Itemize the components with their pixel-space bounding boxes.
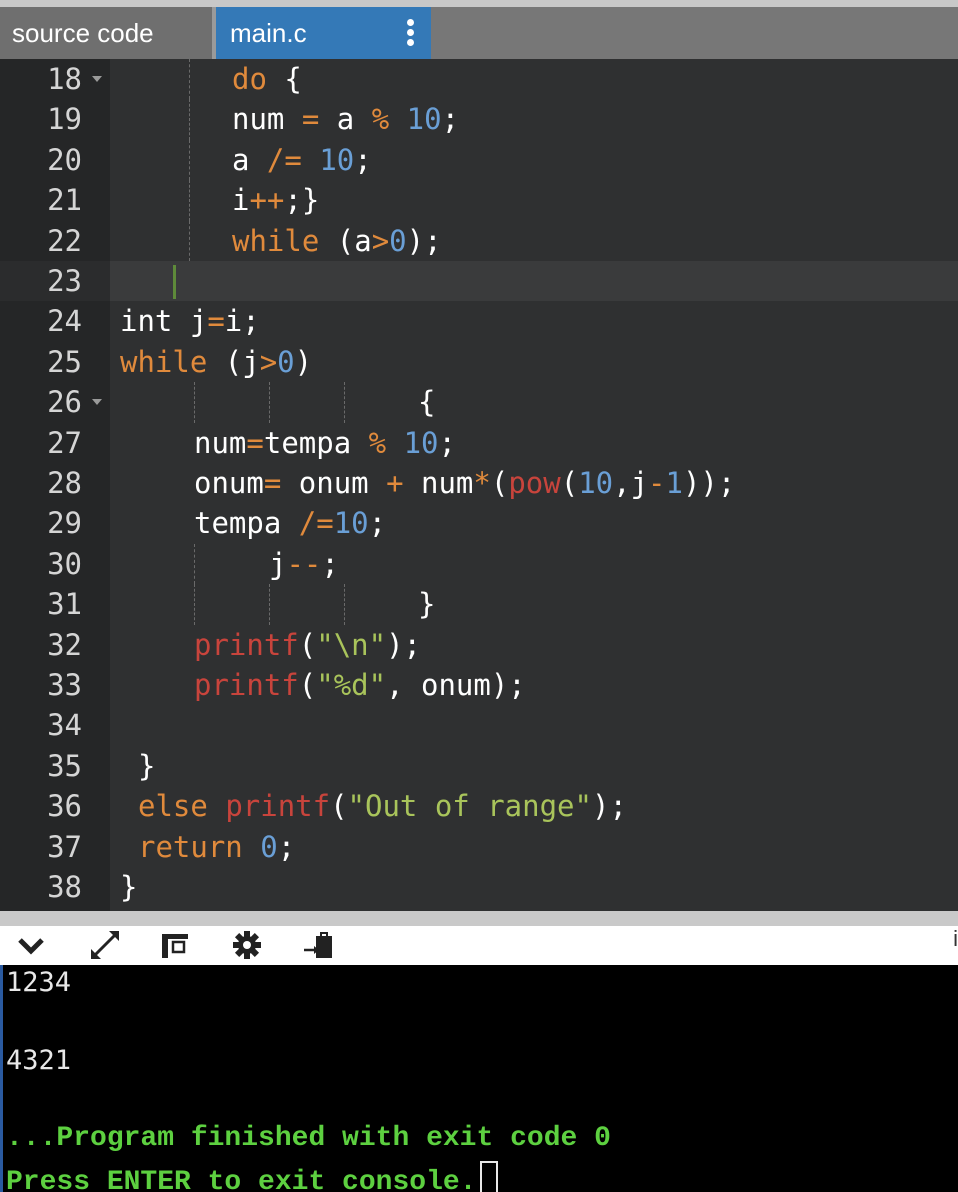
code-line-36[interactable]: 36 else printf("Out of range"); (0, 786, 958, 826)
code-text: } (138, 748, 156, 783)
code-line-38[interactable]: 38 } (0, 867, 958, 907)
code-text: printf("%d", onum); (194, 668, 526, 702)
line-number: 29 (47, 506, 82, 541)
indent-guide (344, 584, 345, 625)
code-text: } (120, 870, 138, 904)
indent-guide (194, 584, 195, 625)
panel-splitter[interactable] (0, 911, 958, 926)
kebab-menu-icon[interactable] (405, 19, 415, 47)
code-line-23[interactable]: 23 (0, 261, 958, 302)
line-number: 30 (47, 546, 82, 581)
indent-guide (189, 220, 190, 261)
indent-guide (344, 382, 345, 423)
code-line-34[interactable]: 34 (0, 705, 958, 745)
code-line-27[interactable]: 27 num=tempa % 10; (0, 423, 958, 463)
code-editor[interactable]: 18 do { 19 num = a % 10; 20 a /= 10; 21 … (0, 59, 958, 911)
line-number: 32 (47, 627, 82, 662)
layout-icon[interactable] (158, 930, 192, 960)
indent-guide (194, 382, 195, 423)
line-number: 28 (47, 466, 82, 500)
tab-bar: source code main.c (0, 7, 958, 59)
console-finished-message: ...Program finished with exit code 0 (6, 1123, 611, 1154)
line-number: 20 (47, 142, 82, 177)
code-line-22[interactable]: 22 while (a>0); (0, 220, 958, 261)
code-text: tempa /=10; (194, 506, 387, 541)
code-text: i++;} (232, 183, 320, 218)
console-cursor (480, 1161, 499, 1192)
line-number: 36 (47, 789, 82, 824)
code-line-18[interactable]: 18 do { (0, 59, 958, 100)
indent-guide (189, 139, 190, 181)
console-output[interactable]: 1234 4321 ...Program finished with exit … (0, 965, 958, 1192)
indent-guide (189, 99, 190, 140)
code-line-24[interactable]: 24 int j=i; (0, 301, 958, 341)
code-text: num=tempa % 10; (194, 425, 456, 460)
code-line-33[interactable]: 33 printf("%d", onum); (0, 665, 958, 705)
press-enter-text: Press ENTER to exit console. (6, 1167, 477, 1192)
line-number: 31 (47, 587, 82, 622)
code-text: else printf("Out of range"); (138, 789, 627, 824)
line-number: 27 (47, 425, 82, 460)
code-line-29[interactable]: 29 tempa /=10; (0, 503, 958, 543)
code-text: return 0; (138, 829, 296, 864)
code-line-35[interactable]: 35 } (0, 746, 958, 786)
code-text: while (j>0) (120, 344, 313, 379)
line-number: 38 (47, 870, 82, 904)
code-text: do { (232, 62, 302, 96)
top-strip (0, 0, 958, 7)
code-text: a /= 10; (232, 142, 372, 177)
text-cursor (173, 265, 176, 299)
code-line-26[interactable]: 26 { (0, 382, 958, 423)
code-line-32[interactable]: 32 printf("\n"); (0, 625, 958, 665)
code-line-21[interactable]: 21 i++;} (0, 180, 958, 221)
clipboard-icon[interactable] (302, 930, 336, 960)
code-line-31[interactable]: 31 } (0, 584, 958, 625)
code-text: onum= onum + num*(pow(10,j-1)); (194, 466, 736, 500)
code-line-37[interactable]: 37 return 0; (0, 827, 958, 867)
line-number: 21 (47, 183, 82, 218)
fold-arrow-icon[interactable] (92, 76, 102, 82)
gear-icon[interactable] (230, 930, 264, 960)
console-line: 4321 (6, 1045, 72, 1076)
console-line: 1234 (6, 967, 72, 998)
indent-guide (189, 180, 190, 221)
indent-guide (269, 584, 270, 625)
chevron-down-icon[interactable] (14, 930, 48, 960)
tab-main-c[interactable]: main.c (216, 7, 431, 59)
code-text: int j=i; (120, 304, 260, 339)
code-line-28[interactable]: 28 onum= onum + num*(pow(10,j-1)); (0, 463, 958, 503)
code-line-19[interactable]: 19 num = a % 10; (0, 99, 958, 140)
code-text: { (418, 385, 436, 420)
code-text: printf("\n"); (194, 627, 421, 662)
code-line-30[interactable]: 30 j--; (0, 543, 958, 585)
console-press-enter: Press ENTER to exit console. (6, 1161, 499, 1192)
code-text: while (a>0); (232, 223, 442, 258)
line-number: 25 (47, 344, 82, 379)
code-text: num = a % 10; (232, 102, 460, 137)
expand-icon[interactable] (88, 930, 122, 960)
indent-guide (189, 59, 190, 100)
indent-guide (269, 382, 270, 423)
onlinegdb-page: source code main.c 18 do { 19 num = a % … (0, 0, 958, 1192)
fold-arrow-icon[interactable] (92, 399, 102, 406)
tab-main-label: main.c (230, 18, 307, 48)
line-number: 23 (0, 261, 110, 302)
tab-source-code[interactable]: source code (0, 7, 212, 59)
code-text: } (418, 587, 436, 622)
line-number: 33 (47, 668, 82, 702)
console-toolbar: i (0, 926, 958, 965)
line-number: 34 (47, 708, 82, 743)
code-text: j--; (269, 546, 339, 581)
indent-guide (194, 543, 195, 585)
code-line-20[interactable]: 20 a /= 10; (0, 139, 958, 181)
line-number: 19 (47, 102, 82, 137)
line-number: 22 (47, 223, 82, 258)
line-number: 24 (47, 304, 82, 339)
line-number: 35 (47, 748, 82, 783)
toolbar-info-letter[interactable]: i (953, 926, 958, 952)
code-line-25[interactable]: 25 while (j>0) (0, 342, 958, 382)
line-number: 37 (47, 829, 82, 864)
